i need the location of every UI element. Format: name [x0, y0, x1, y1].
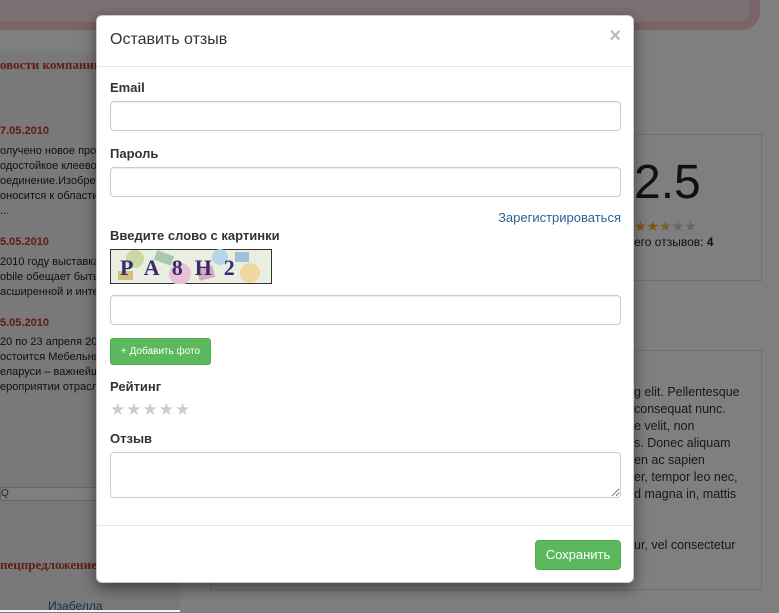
register-link[interactable]: Зарегистрироваться: [498, 210, 621, 225]
captcha-image: PA8H2: [110, 249, 272, 284]
review-modal: Оставить отзыв × Email Пароль Зарегистри…: [96, 15, 634, 583]
save-button[interactable]: Сохранить: [535, 540, 621, 570]
email-label: Email: [110, 80, 145, 95]
modal-header: Оставить отзыв ×: [97, 16, 633, 67]
password-field[interactable]: [110, 167, 621, 197]
captcha-label: Введите слово с картинки: [110, 228, 280, 243]
close-button[interactable]: ×: [609, 26, 621, 46]
review-textarea[interactable]: [110, 452, 621, 498]
star-icon[interactable]: ★: [126, 400, 142, 419]
email-field[interactable]: [110, 101, 621, 131]
password-label: Пароль: [110, 146, 159, 161]
review-label: Отзыв: [110, 431, 153, 446]
star-icon[interactable]: ★: [175, 400, 191, 419]
modal-title: Оставить отзыв: [110, 31, 228, 48]
rating-label: Рейтинг: [110, 379, 162, 394]
captcha-text: PA8H2: [120, 255, 247, 280]
star-icon[interactable]: ★: [143, 400, 159, 419]
rating-stars: ★★★★★: [110, 400, 191, 420]
modal-footer: Сохранить: [97, 525, 633, 583]
captcha-field[interactable]: [110, 295, 621, 325]
add-photo-button[interactable]: + Добавить фото: [110, 338, 211, 365]
star-icon[interactable]: ★: [110, 400, 126, 419]
star-icon[interactable]: ★: [159, 400, 175, 419]
